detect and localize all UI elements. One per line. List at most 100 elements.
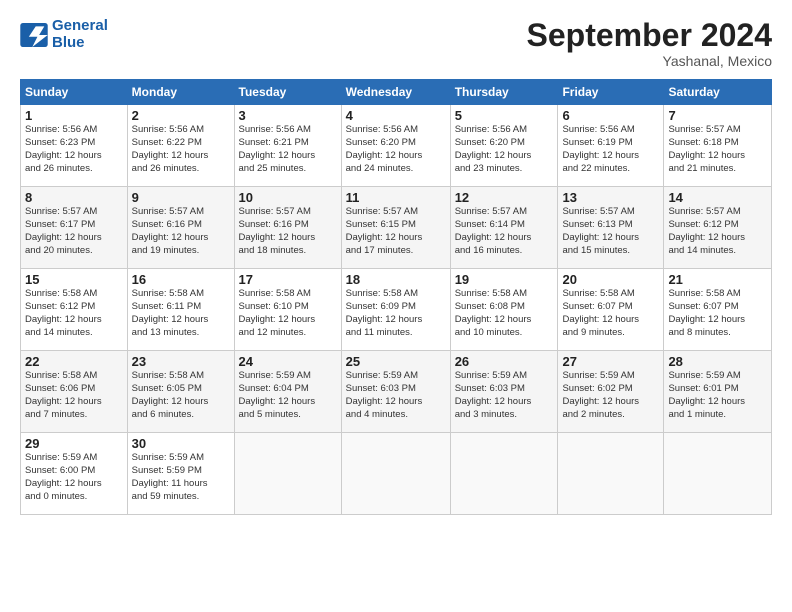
calendar-cell: 14Sunrise: 5:57 AM Sunset: 6:12 PM Dayli…	[664, 187, 772, 269]
day-info: Sunrise: 5:58 AM Sunset: 6:12 PM Dayligh…	[25, 288, 123, 339]
day-info: Sunrise: 5:59 AM Sunset: 6:04 PM Dayligh…	[239, 370, 337, 421]
day-number: 4	[346, 108, 446, 123]
col-sunday: Sunday	[21, 80, 128, 105]
col-wednesday: Wednesday	[341, 80, 450, 105]
page-header: General Blue September 2024 Yashanal, Me…	[20, 18, 772, 69]
day-info: Sunrise: 5:59 AM Sunset: 6:03 PM Dayligh…	[346, 370, 446, 421]
day-number: 20	[562, 272, 659, 287]
day-info: Sunrise: 5:58 AM Sunset: 6:09 PM Dayligh…	[346, 288, 446, 339]
calendar-cell: 8Sunrise: 5:57 AM Sunset: 6:17 PM Daylig…	[21, 187, 128, 269]
day-info: Sunrise: 5:56 AM Sunset: 6:21 PM Dayligh…	[239, 124, 337, 175]
day-number: 6	[562, 108, 659, 123]
calendar-cell: 9Sunrise: 5:57 AM Sunset: 6:16 PM Daylig…	[127, 187, 234, 269]
day-number: 22	[25, 354, 123, 369]
day-info: Sunrise: 5:57 AM Sunset: 6:18 PM Dayligh…	[668, 124, 767, 175]
calendar-cell: 23Sunrise: 5:58 AM Sunset: 6:05 PM Dayli…	[127, 351, 234, 433]
calendar-cell: 25Sunrise: 5:59 AM Sunset: 6:03 PM Dayli…	[341, 351, 450, 433]
calendar-cell: 12Sunrise: 5:57 AM Sunset: 6:14 PM Dayli…	[450, 187, 558, 269]
month-title: September 2024	[527, 18, 772, 53]
col-thursday: Thursday	[450, 80, 558, 105]
calendar-cell: 11Sunrise: 5:57 AM Sunset: 6:15 PM Dayli…	[341, 187, 450, 269]
day-number: 17	[239, 272, 337, 287]
calendar-week-row-4: 22Sunrise: 5:58 AM Sunset: 6:06 PM Dayli…	[21, 351, 772, 433]
day-info: Sunrise: 5:57 AM Sunset: 6:17 PM Dayligh…	[25, 206, 123, 257]
day-info: Sunrise: 5:57 AM Sunset: 6:16 PM Dayligh…	[239, 206, 337, 257]
day-info: Sunrise: 5:56 AM Sunset: 6:22 PM Dayligh…	[132, 124, 230, 175]
calendar-cell: 24Sunrise: 5:59 AM Sunset: 6:04 PM Dayli…	[234, 351, 341, 433]
day-number: 29	[25, 436, 123, 451]
calendar-table: Sunday Monday Tuesday Wednesday Thursday…	[20, 79, 772, 515]
day-number: 1	[25, 108, 123, 123]
calendar-cell: 4Sunrise: 5:56 AM Sunset: 6:20 PM Daylig…	[341, 105, 450, 187]
calendar-cell: 26Sunrise: 5:59 AM Sunset: 6:03 PM Dayli…	[450, 351, 558, 433]
logo-text: General Blue	[52, 18, 108, 51]
calendar-header-row: Sunday Monday Tuesday Wednesday Thursday…	[21, 80, 772, 105]
day-number: 11	[346, 190, 446, 205]
col-friday: Friday	[558, 80, 664, 105]
day-info: Sunrise: 5:58 AM Sunset: 6:05 PM Dayligh…	[132, 370, 230, 421]
day-info: Sunrise: 5:58 AM Sunset: 6:08 PM Dayligh…	[455, 288, 554, 339]
calendar-cell: 1Sunrise: 5:56 AM Sunset: 6:23 PM Daylig…	[21, 105, 128, 187]
day-info: Sunrise: 5:58 AM Sunset: 6:06 PM Dayligh…	[25, 370, 123, 421]
day-info: Sunrise: 5:57 AM Sunset: 6:13 PM Dayligh…	[562, 206, 659, 257]
location: Yashanal, Mexico	[527, 53, 772, 69]
calendar-cell	[664, 433, 772, 515]
day-number: 2	[132, 108, 230, 123]
calendar-cell	[558, 433, 664, 515]
calendar-cell: 17Sunrise: 5:58 AM Sunset: 6:10 PM Dayli…	[234, 269, 341, 351]
calendar-cell: 10Sunrise: 5:57 AM Sunset: 6:16 PM Dayli…	[234, 187, 341, 269]
calendar-cell: 6Sunrise: 5:56 AM Sunset: 6:19 PM Daylig…	[558, 105, 664, 187]
day-info: Sunrise: 5:57 AM Sunset: 6:15 PM Dayligh…	[346, 206, 446, 257]
calendar-cell	[450, 433, 558, 515]
day-info: Sunrise: 5:59 AM Sunset: 6:00 PM Dayligh…	[25, 452, 123, 503]
day-info: Sunrise: 5:57 AM Sunset: 6:14 PM Dayligh…	[455, 206, 554, 257]
day-number: 7	[668, 108, 767, 123]
calendar-cell: 22Sunrise: 5:58 AM Sunset: 6:06 PM Dayli…	[21, 351, 128, 433]
calendar-cell: 3Sunrise: 5:56 AM Sunset: 6:21 PM Daylig…	[234, 105, 341, 187]
calendar-cell: 20Sunrise: 5:58 AM Sunset: 6:07 PM Dayli…	[558, 269, 664, 351]
day-number: 3	[239, 108, 337, 123]
day-number: 19	[455, 272, 554, 287]
day-number: 23	[132, 354, 230, 369]
calendar-cell	[234, 433, 341, 515]
calendar-cell: 7Sunrise: 5:57 AM Sunset: 6:18 PM Daylig…	[664, 105, 772, 187]
col-tuesday: Tuesday	[234, 80, 341, 105]
calendar-cell	[341, 433, 450, 515]
day-info: Sunrise: 5:59 AM Sunset: 5:59 PM Dayligh…	[132, 452, 230, 503]
day-info: Sunrise: 5:59 AM Sunset: 6:02 PM Dayligh…	[562, 370, 659, 421]
day-number: 24	[239, 354, 337, 369]
day-info: Sunrise: 5:56 AM Sunset: 6:19 PM Dayligh…	[562, 124, 659, 175]
calendar-week-row-5: 29Sunrise: 5:59 AM Sunset: 6:00 PM Dayli…	[21, 433, 772, 515]
col-monday: Monday	[127, 80, 234, 105]
calendar-cell: 15Sunrise: 5:58 AM Sunset: 6:12 PM Dayli…	[21, 269, 128, 351]
day-number: 10	[239, 190, 337, 205]
day-info: Sunrise: 5:58 AM Sunset: 6:10 PM Dayligh…	[239, 288, 337, 339]
day-info: Sunrise: 5:56 AM Sunset: 6:23 PM Dayligh…	[25, 124, 123, 175]
day-number: 21	[668, 272, 767, 287]
logo-line1: General	[52, 17, 108, 34]
day-number: 16	[132, 272, 230, 287]
calendar-cell: 16Sunrise: 5:58 AM Sunset: 6:11 PM Dayli…	[127, 269, 234, 351]
calendar-week-row-3: 15Sunrise: 5:58 AM Sunset: 6:12 PM Dayli…	[21, 269, 772, 351]
day-number: 28	[668, 354, 767, 369]
day-number: 9	[132, 190, 230, 205]
day-number: 5	[455, 108, 554, 123]
day-number: 18	[346, 272, 446, 287]
calendar-cell: 21Sunrise: 5:58 AM Sunset: 6:07 PM Dayli…	[664, 269, 772, 351]
calendar-cell: 2Sunrise: 5:56 AM Sunset: 6:22 PM Daylig…	[127, 105, 234, 187]
day-info: Sunrise: 5:58 AM Sunset: 6:07 PM Dayligh…	[562, 288, 659, 339]
calendar-cell: 30Sunrise: 5:59 AM Sunset: 5:59 PM Dayli…	[127, 433, 234, 515]
calendar-week-row-2: 8Sunrise: 5:57 AM Sunset: 6:17 PM Daylig…	[21, 187, 772, 269]
calendar-cell: 18Sunrise: 5:58 AM Sunset: 6:09 PM Dayli…	[341, 269, 450, 351]
day-number: 15	[25, 272, 123, 287]
col-saturday: Saturday	[664, 80, 772, 105]
day-info: Sunrise: 5:57 AM Sunset: 6:12 PM Dayligh…	[668, 206, 767, 257]
calendar-cell: 13Sunrise: 5:57 AM Sunset: 6:13 PM Dayli…	[558, 187, 664, 269]
logo: General Blue	[20, 18, 108, 51]
day-number: 8	[25, 190, 123, 205]
day-info: Sunrise: 5:59 AM Sunset: 6:03 PM Dayligh…	[455, 370, 554, 421]
title-block: September 2024 Yashanal, Mexico	[527, 18, 772, 69]
day-number: 13	[562, 190, 659, 205]
calendar-cell: 27Sunrise: 5:59 AM Sunset: 6:02 PM Dayli…	[558, 351, 664, 433]
calendar-cell: 29Sunrise: 5:59 AM Sunset: 6:00 PM Dayli…	[21, 433, 128, 515]
